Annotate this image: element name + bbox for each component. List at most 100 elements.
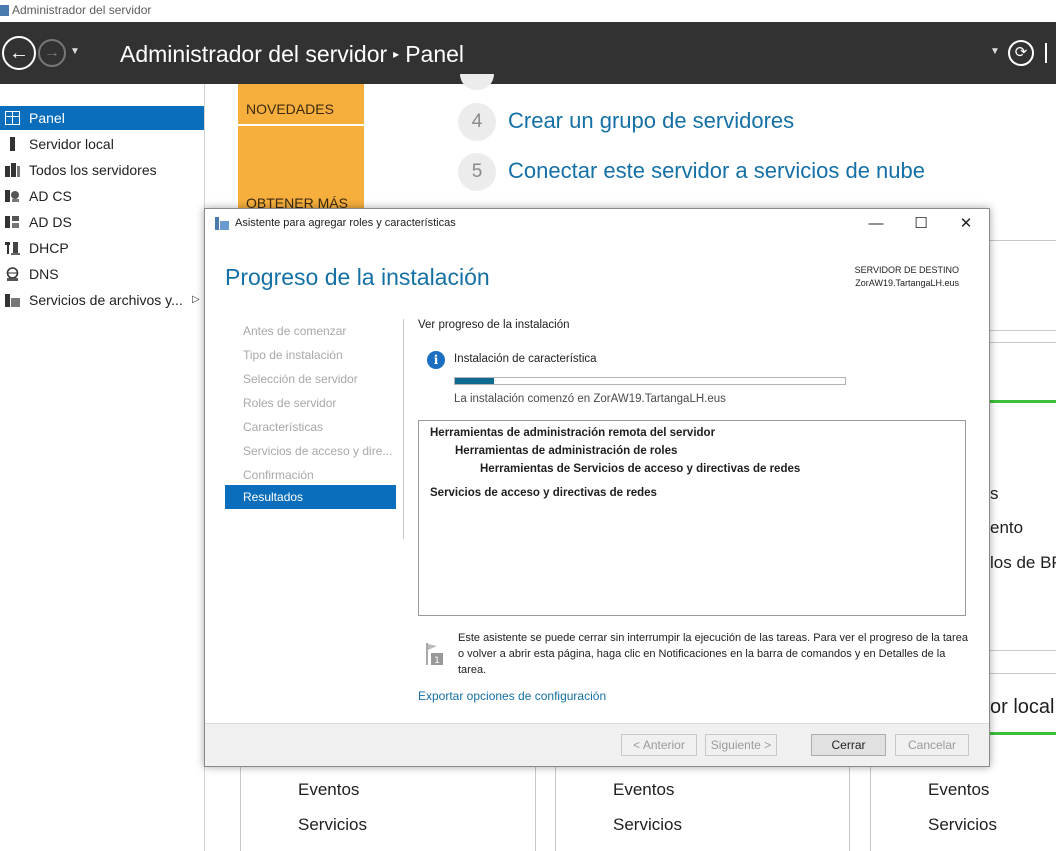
sidebar-item-label: Servicios de archivos y... <box>29 292 183 308</box>
tile-border <box>988 650 1056 651</box>
breadcrumb-separator: ▸ <box>393 47 400 61</box>
sidebar-item-dns[interactable]: DNS <box>0 262 204 286</box>
wizard-step-label: Resultados <box>243 490 304 504</box>
sidebar-item-label: DNS <box>29 266 59 282</box>
sidebar-item-label: DHCP <box>29 240 69 256</box>
sidebar: Panel Servidor local Todos los servidore… <box>0 84 205 851</box>
sidebar-item-label: Todos los servidores <box>29 162 157 178</box>
arrow-right-icon: → <box>44 44 60 61</box>
status-green-bar <box>988 732 1056 735</box>
minimize-button[interactable]: — <box>861 213 891 235</box>
wizard-step: Selección de servidor <box>243 372 358 386</box>
dialog-heading: Progreso de la instalación <box>225 264 490 290</box>
next-button[interactable]: Siguiente > <box>705 734 777 756</box>
tile-text-fragment: los de BP <box>990 553 1056 572</box>
forward-button[interactable]: → <box>38 39 66 67</box>
dialog-title: Asistente para agregar roles y caracterí… <box>235 217 456 229</box>
maximize-button[interactable]: ☐ <box>906 213 936 235</box>
notification-flag-icon: 1 <box>426 643 443 666</box>
feature-list-box[interactable]: Herramientas de administración remota de… <box>418 420 966 616</box>
header-dropdown-icon[interactable]: ▼ <box>990 46 1000 57</box>
ad-ds-icon <box>5 216 19 228</box>
dialog-titlebar[interactable]: Asistente para agregar roles y caracterí… <box>205 209 989 239</box>
sidebar-item-label: Panel <box>29 110 65 126</box>
server-icon <box>10 137 15 151</box>
wizard-step: Antes de comenzar <box>243 324 347 338</box>
previous-button[interactable]: < Anterior <box>621 734 697 756</box>
dashboard-tile: Eventos Servicios <box>870 766 1056 851</box>
step-number: 5 <box>458 153 496 191</box>
tile-events-link[interactable]: Eventos <box>298 780 359 800</box>
dashboard-icon <box>5 111 20 125</box>
tile-text-fragment: s <box>990 484 999 503</box>
status-green-bar <box>988 400 1056 403</box>
back-button[interactable]: ← <box>2 36 36 70</box>
cancel-button[interactable]: Cancelar <box>895 734 969 756</box>
sidebar-item-panel[interactable]: Panel <box>0 106 204 130</box>
tile-divider <box>238 124 364 126</box>
wizard-step: Confirmación <box>243 468 314 482</box>
feature-list-item: Herramientas de administración remota de… <box>430 427 716 439</box>
feature-list-item: Herramientas de Servicios de acceso y di… <box>480 463 801 475</box>
progress-section-label: Ver progreso de la instalación <box>418 319 570 331</box>
wizard-step: Roles de servidor <box>243 396 337 410</box>
destination-server-label: SERVIDOR DE DESTINO <box>854 265 959 275</box>
wizard-step: Tipo de instalación <box>243 348 343 362</box>
step-link[interactable]: Crear un grupo de servidores <box>508 108 794 134</box>
window-title: Administrador del servidor <box>12 3 152 17</box>
tile-events-link[interactable]: Eventos <box>613 780 674 800</box>
dashboard-tile: Eventos Servicios <box>555 766 850 851</box>
svg-text:1: 1 <box>434 656 440 666</box>
tile-border <box>988 330 1056 331</box>
sidebar-item-label: AD DS <box>29 214 72 230</box>
tile-events-link[interactable]: Eventos <box>928 780 989 800</box>
tile-services-link[interactable]: Servicios <box>613 815 682 835</box>
wizard-divider <box>403 319 404 539</box>
tile-services-link[interactable]: Servicios <box>298 815 367 835</box>
export-config-link[interactable]: Exportar opciones de configuración <box>418 689 606 703</box>
wizard-note: Este asistente se puede cerrar sin inter… <box>458 632 968 676</box>
tile-text-fragment: ento <box>990 518 1024 537</box>
server-manager-icon <box>0 5 9 16</box>
sidebar-item-label: AD CS <box>29 188 72 204</box>
dns-icon <box>6 267 19 281</box>
sidebar-item-local-server[interactable]: Servidor local <box>0 132 204 156</box>
refresh-button[interactable]: ⟳ <box>1008 40 1034 66</box>
tile-title-fragment: or local <box>990 696 1055 718</box>
install-started-text: La instalación comenzó en ZorAW19.Tartan… <box>454 393 726 405</box>
info-icon: i <box>427 351 445 369</box>
sidebar-item-label: Servidor local <box>29 136 114 152</box>
sidebar-item-dhcp[interactable]: DHCP <box>0 236 204 260</box>
quick-start-tile: NOVEDADES OBTENER MÁS <box>238 84 364 214</box>
sidebar-item-ad-ds[interactable]: AD DS <box>0 210 204 234</box>
arrow-left-icon: ← <box>9 42 29 64</box>
tile-services-link[interactable]: Servicios <box>928 815 997 835</box>
dialog-footer-divider <box>205 723 989 724</box>
sidebar-item-all-servers[interactable]: Todos los servidores <box>0 158 204 182</box>
tile-border <box>988 342 1056 343</box>
breadcrumb-page: Panel <box>405 41 465 67</box>
ad-cs-icon <box>5 190 19 202</box>
file-services-icon <box>5 294 20 307</box>
tile-news-label[interactable]: NOVEDADES <box>246 101 334 117</box>
header-bar: ← → ▼ Administrador del servidor ▸ Panel ▼… <box>0 22 1056 84</box>
history-dropdown-icon[interactable]: ▼ <box>70 46 80 57</box>
close-window-button[interactable]: ✕ <box>951 213 981 235</box>
wizard-step-selected[interactable]: Resultados <box>225 485 396 509</box>
window-titlebar: Administrador del servidor <box>0 0 1056 22</box>
dashboard-tile: Eventos Servicios <box>240 766 536 851</box>
install-progress-bar <box>454 377 846 385</box>
feature-install-label: Instalación de característica <box>454 353 597 365</box>
chevron-right-icon[interactable]: ▷ <box>192 288 200 312</box>
dhcp-icon <box>5 242 20 255</box>
step-number-partial <box>460 74 494 90</box>
close-button[interactable]: Cerrar <box>811 734 886 756</box>
step-link[interactable]: Conectar este servidor a servicios de nu… <box>508 158 925 184</box>
sidebar-item-ad-cs[interactable]: AD CS <box>0 184 204 208</box>
sidebar-item-file-services[interactable]: Servicios de archivos y... ▷ <box>0 288 204 312</box>
add-roles-wizard-dialog: Asistente para agregar roles y caracterí… <box>204 208 990 767</box>
servers-icon <box>5 163 20 177</box>
wizard-step: Servicios de acceso y dire... <box>243 444 393 458</box>
feature-list-item: Servicios de acceso y directivas de rede… <box>430 487 657 499</box>
notifications-divider <box>1045 43 1047 63</box>
